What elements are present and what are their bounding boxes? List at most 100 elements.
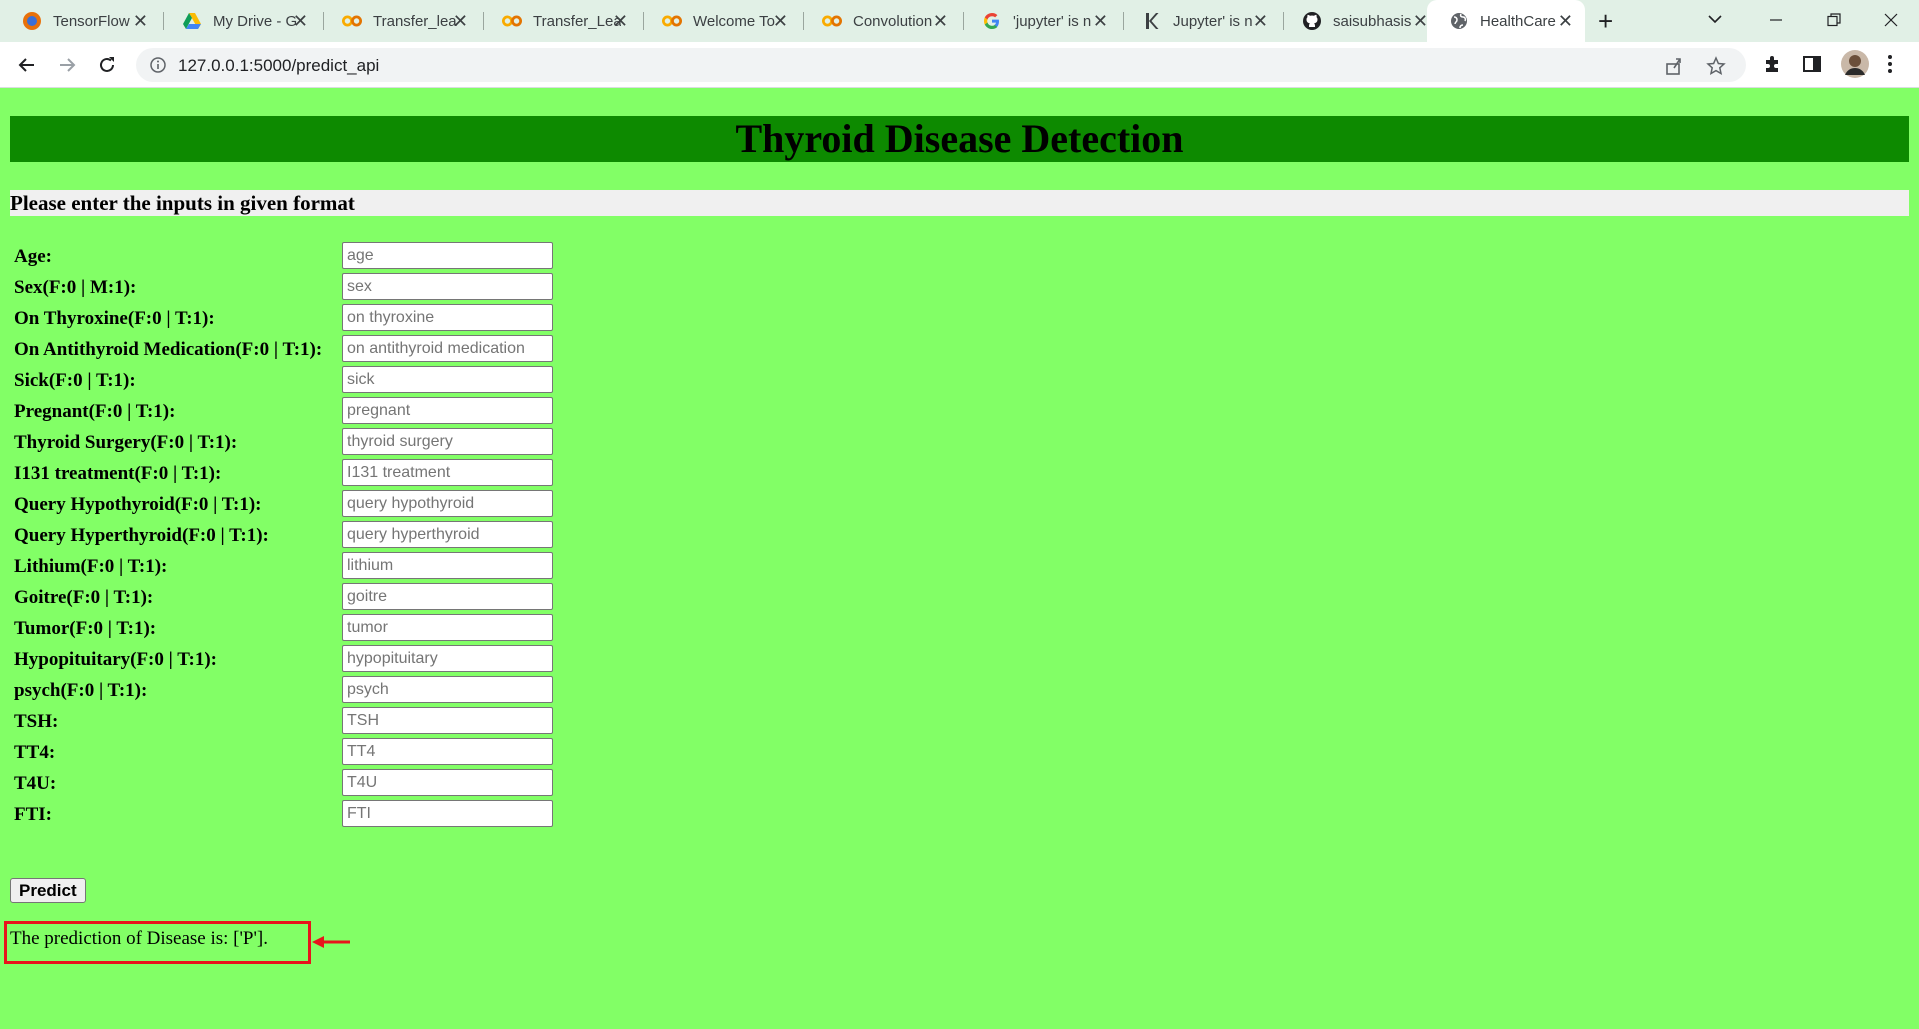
tab-my-drive[interactable]: My Drive - G ✕: [160, 0, 320, 42]
field-label: TT4:: [14, 742, 56, 763]
fti-input[interactable]: [342, 800, 553, 827]
close-icon[interactable]: ✕: [1253, 11, 1268, 31]
share-icon[interactable]: [1664, 56, 1684, 81]
goitre-input[interactable]: [342, 583, 553, 610]
tab-welcome[interactable]: Welcome To ✕: [640, 0, 800, 42]
tab-google-search[interactable]: 'jupyter' is n ✕: [960, 0, 1120, 42]
close-icon[interactable]: ✕: [453, 11, 468, 31]
sick-input[interactable]: [342, 366, 553, 393]
field-label: T4U:: [14, 773, 57, 794]
tab-title: HealthCare: [1480, 12, 1556, 30]
tab-transfer-lea-1[interactable]: Transfer_lea ✕: [320, 0, 480, 42]
forward-arrow-icon[interactable]: [53, 51, 81, 79]
new-tab-plus-icon[interactable]: +: [1598, 8, 1613, 34]
google-icon: [982, 11, 1002, 31]
field-label: Age:: [14, 246, 52, 267]
field-label: TSH:: [14, 711, 59, 732]
close-icon[interactable]: ✕: [1558, 11, 1573, 31]
close-icon[interactable]: ✕: [613, 11, 628, 31]
tab-title: Welcome To: [693, 12, 775, 30]
tab-title: Jupyter' is n: [1173, 12, 1253, 30]
query-hyperthyroid-input[interactable]: [342, 521, 553, 548]
red-arrow-icon: [312, 935, 352, 954]
pregnant-input[interactable]: [342, 397, 553, 424]
kebab-menu-icon[interactable]: [1887, 53, 1893, 80]
address-bar[interactable]: 127.0.0.1:5000/predict_api: [136, 48, 1746, 82]
back-arrow-icon[interactable]: [13, 51, 41, 79]
colab-icon: [822, 11, 842, 31]
on-antithyroid-medication-input[interactable]: [342, 335, 553, 362]
site-info-icon[interactable]: [150, 57, 166, 78]
tab-search-chevron-icon[interactable]: [1706, 10, 1724, 33]
tab-title: TensorFlow: [53, 12, 130, 30]
sex-input[interactable]: [342, 273, 553, 300]
bookmark-star-icon[interactable]: [1706, 56, 1726, 81]
field-label: Sick(F:0 | T:1):: [14, 370, 136, 391]
minimize-icon[interactable]: [1752, 0, 1800, 40]
instructions-bar: Please enter the inputs in given format: [10, 190, 1909, 216]
github-icon: [1302, 11, 1322, 31]
reload-icon[interactable]: [93, 51, 121, 79]
close-icon[interactable]: ✕: [1413, 11, 1428, 31]
tab-github[interactable]: saisubhasis ✕: [1280, 0, 1440, 42]
tensorflow-icon: [22, 11, 42, 31]
tab-title: saisubhasis: [1333, 12, 1412, 30]
tt4-input[interactable]: [342, 738, 553, 765]
close-icon[interactable]: ✕: [1093, 11, 1108, 31]
close-icon[interactable]: ✕: [133, 11, 148, 31]
field-label: On Antithyroid Medication(F:0 | T:1):: [14, 339, 323, 360]
i131-treatment-input[interactable]: [342, 459, 553, 486]
close-icon[interactable]: ✕: [773, 11, 788, 31]
colab-icon: [662, 11, 682, 31]
field-label: Hypopituitary(F:0 | T:1):: [14, 649, 217, 670]
window-close-icon[interactable]: [1867, 0, 1915, 40]
tab-kaggle[interactable]: Jupyter' is n ✕: [1120, 0, 1280, 42]
field-label: Sex(F:0 | M:1):: [14, 277, 137, 298]
extensions-puzzle-icon[interactable]: [1762, 53, 1784, 80]
instructions-heading: Please enter the inputs in given format: [10, 191, 355, 215]
colab-icon: [502, 11, 522, 31]
field-label: psych(F:0 | T:1):: [14, 680, 148, 701]
field-label: Thyroid Surgery(F:0 | T:1):: [14, 432, 238, 453]
field-label: On Thyroxine(F:0 | T:1):: [14, 308, 215, 329]
query-hypothyroid-input[interactable]: [342, 490, 553, 517]
field-label: Query Hypothyroid(F:0 | T:1):: [14, 494, 262, 515]
browser-toolbar: 127.0.0.1:5000/predict_api: [0, 42, 1919, 88]
field-label: Query Hyperthyroid(F:0 | T:1):: [14, 525, 269, 546]
t4u-input[interactable]: [342, 769, 553, 796]
restore-icon[interactable]: [1810, 0, 1858, 40]
side-panel-icon[interactable]: [1801, 53, 1823, 80]
globe-icon: [1449, 11, 1469, 31]
lithium-input[interactable]: [342, 552, 553, 579]
field-label: I131 treatment(F:0 | T:1):: [14, 463, 222, 484]
close-icon[interactable]: ✕: [293, 11, 308, 31]
browser-tab-strip: TensorFlow ✕ My Drive - G ✕ Transfer_lea…: [0, 0, 1919, 42]
field-label: FTI:: [14, 804, 52, 825]
page-body: Thyroid Disease Detection Please enter t…: [0, 88, 1919, 1029]
tab-title: Transfer_Lea: [533, 12, 621, 30]
field-label: Pregnant(F:0 | T:1):: [14, 401, 176, 422]
thyroid-surgery-input[interactable]: [342, 428, 553, 455]
field-label: Lithium(F:0 | T:1):: [14, 556, 168, 577]
page-title: Thyroid Disease Detection: [735, 116, 1184, 161]
profile-avatar[interactable]: [1840, 49, 1870, 84]
tab-transfer-lea-2[interactable]: Transfer_Lea ✕: [480, 0, 640, 42]
tumor-input[interactable]: [342, 614, 553, 641]
field-label: Goitre(F:0 | T:1):: [14, 587, 154, 608]
tab-healthcare[interactable]: HealthCare ✕: [1427, 0, 1585, 42]
age-input[interactable]: [342, 242, 553, 269]
kaggle-icon: [1142, 11, 1162, 31]
hypopituitary-input[interactable]: [342, 645, 553, 672]
close-icon[interactable]: ✕: [933, 11, 948, 31]
url-text: 127.0.0.1:5000/predict_api: [178, 56, 380, 75]
tab-convolution[interactable]: Convolution ✕: [800, 0, 960, 42]
tab-title: My Drive - G: [213, 12, 298, 30]
predict-button[interactable]: Predict: [10, 878, 86, 903]
on-thyroxine-input[interactable]: [342, 304, 553, 331]
psych-input[interactable]: [342, 676, 553, 703]
tab-title: Transfer_lea: [373, 12, 457, 30]
tab-tensorflow[interactable]: TensorFlow ✕: [0, 0, 160, 42]
tab-title: 'jupyter' is n: [1013, 12, 1092, 30]
tab-title: Convolution: [853, 12, 933, 30]
tsh-input[interactable]: [342, 707, 553, 734]
